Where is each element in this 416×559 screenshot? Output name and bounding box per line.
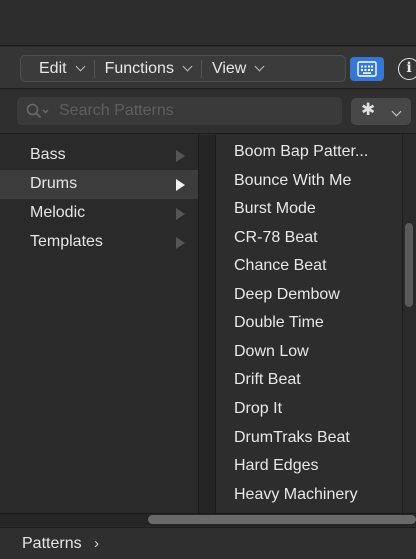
magnifier-icon[interactable] [26,103,54,119]
category-label: Bass [30,146,66,163]
menu-group: Edit Functions View [20,55,346,82]
category-list: Bass Drums Melodic Templates [0,135,198,513]
horizontal-scroll-thumb[interactable] [148,515,416,524]
pattern-list: Boom Bap Patter... Bounce With Me Burst … [216,135,402,513]
category-label: Templates [30,233,103,250]
category-item-melodic[interactable]: Melodic [0,199,198,228]
pattern-item[interactable]: Bounce With Me [216,167,402,195]
action-menu-button[interactable]: ✱ [351,98,411,125]
pattern-item[interactable]: Drop It [216,395,402,423]
pattern-item[interactable]: Heavy Machinery [216,481,402,509]
pattern-label: Deep Dembow [234,286,340,303]
category-item-templates[interactable]: Templates [0,228,198,257]
breadcrumb-patterns[interactable]: Patterns [22,535,82,553]
disclosure-arrow-icon [176,237,185,249]
disclosure-arrow-icon [176,150,185,162]
pattern-label: Hard Edges [234,457,319,474]
pattern-item[interactable]: Burst Mode [216,195,402,223]
pattern-label: Heavy Machinery [234,486,358,503]
chevron-down-icon [391,106,402,117]
info-icon[interactable]: i [398,58,416,80]
footer-bar: Patterns › [0,527,416,559]
keyboard-toggle-button[interactable] [350,57,384,81]
keyboard-icon [357,61,377,77]
pattern-item[interactable]: Down Low [216,338,402,366]
pattern-label: Down Low [234,343,309,360]
pattern-item[interactable]: Deep Dembow [216,281,402,309]
category-item-drums[interactable]: Drums [0,170,198,199]
chevron-down-icon [75,61,86,72]
gear-icon: ✱ [361,100,376,119]
pattern-label: Drift Beat [234,371,301,388]
pattern-item[interactable]: Drift Beat [216,366,402,394]
category-label: Melodic [30,204,86,221]
disclosure-arrow-icon [176,179,185,191]
pattern-label: Double Time [234,314,324,331]
vertical-scrollbar[interactable] [402,135,416,513]
category-label: Drums [30,175,78,192]
pattern-item[interactable]: Boom Bap Patter... [216,138,402,166]
pattern-item[interactable]: DrumTraks Beat [216,424,402,452]
title-bar [0,0,416,46]
search-input[interactable] [59,97,329,125]
pattern-item[interactable]: CR-78 Beat [216,224,402,252]
search-bar: ✱ [0,90,416,134]
vertical-scroll-thumb[interactable] [405,223,413,307]
edit-menu[interactable]: Edit [21,56,86,81]
pattern-item[interactable]: Double Time [216,309,402,337]
disclosure-arrow-icon [176,208,185,220]
search-field[interactable] [17,97,342,125]
pattern-label: Bounce With Me [234,172,352,189]
pattern-label: Boom Bap Patter... [234,143,369,160]
view-menu[interactable]: View [211,56,265,81]
menu-divider [200,59,202,78]
column-divider[interactable] [198,135,216,513]
pattern-label: Burst Mode [234,200,316,217]
pattern-item[interactable]: Hard Edges [216,452,402,480]
edit-menu-label: Edit [39,59,67,77]
pattern-label: DrumTraks Beat [234,429,350,446]
functions-menu-label: Functions [104,59,174,77]
pattern-label: Chance Beat [234,257,327,274]
chevron-down-icon [182,61,193,72]
chevron-right-icon: › [94,535,99,552]
menu-divider [93,59,95,78]
category-item-bass[interactable]: Bass [0,141,198,170]
view-menu-label: View [211,59,247,77]
pattern-label: Drop It [234,400,283,417]
pattern-label: CR-78 Beat [234,229,318,246]
info-icon-glyph: i [406,60,412,76]
pattern-item[interactable]: Chance Beat [216,252,402,280]
functions-menu[interactable]: Functions [104,56,193,81]
chevron-down-icon [254,61,265,72]
